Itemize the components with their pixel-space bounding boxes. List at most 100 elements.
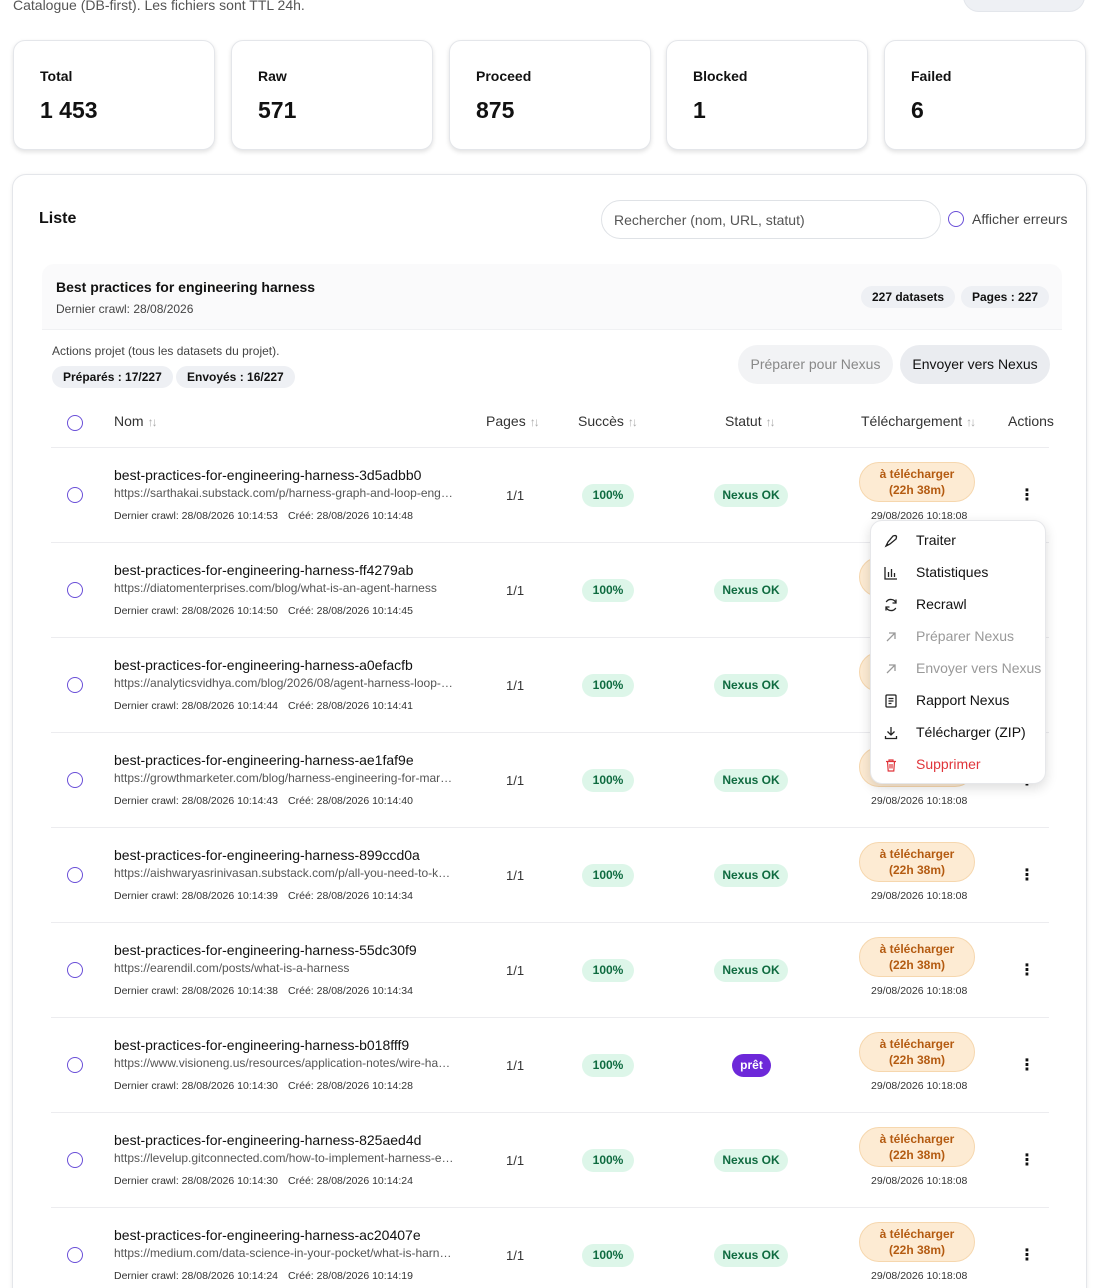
download-badge[interactable]: à télécharger (22h 38m) bbox=[859, 462, 975, 502]
download-label: à télécharger bbox=[879, 847, 955, 861]
row-select-checkbox[interactable] bbox=[67, 487, 83, 503]
created-text: Créé: 28/08/2026 10:14:40 bbox=[288, 795, 413, 807]
more-actions-icon[interactable]: ⋮ bbox=[1019, 864, 1035, 888]
row-select-checkbox[interactable] bbox=[67, 1152, 83, 1168]
row-select-checkbox[interactable] bbox=[67, 1247, 83, 1263]
dataset-name[interactable]: best-practices-for-engineering-harness-f… bbox=[114, 562, 413, 578]
created-text: Créé: 28/08/2026 10:14:24 bbox=[288, 1175, 413, 1187]
more-actions-icon[interactable]: ⋮ bbox=[1019, 1149, 1035, 1173]
download-expiry-date: 29/08/2026 10:18:08 bbox=[871, 795, 968, 807]
dataset-url[interactable]: https://growthmarketer.com/blog/harness-… bbox=[114, 771, 454, 785]
download-badge[interactable]: à télécharger (22h 38m) bbox=[859, 1222, 975, 1262]
dataset-url[interactable]: https://analyticsvidhya.com/blog/2026/08… bbox=[114, 676, 454, 690]
status-badge: Nexus OK bbox=[714, 1149, 788, 1172]
menu-item-label: Télécharger (ZIP) bbox=[916, 724, 1026, 740]
more-actions-icon[interactable]: ⋮ bbox=[1019, 959, 1035, 983]
menu-item-supprimer[interactable]: Supprimer bbox=[871, 749, 1047, 781]
show-errors-toggle[interactable] bbox=[948, 211, 964, 227]
download-ttl: (22h 38m) bbox=[888, 958, 946, 972]
dataset-url[interactable]: https://medium.com/data-science-in-your-… bbox=[114, 1246, 454, 1260]
status-badge: Nexus OK bbox=[714, 484, 788, 507]
menu-item-label: Recrawl bbox=[916, 596, 967, 612]
prepare-nexus-button[interactable]: Préparer pour Nexus bbox=[738, 345, 893, 384]
row-select-checkbox[interactable] bbox=[67, 582, 83, 598]
row-select-checkbox[interactable] bbox=[67, 962, 83, 978]
download-expiry-date: 29/08/2026 10:18:08 bbox=[871, 1080, 968, 1092]
pages-value: 1/1 bbox=[506, 678, 525, 693]
status-badge: prêt bbox=[732, 1054, 771, 1077]
top-right-button[interactable] bbox=[963, 0, 1085, 12]
intro-text: Catalogue (DB-first). Les fichiers sont … bbox=[13, 0, 305, 13]
success-badge: 100% bbox=[582, 674, 634, 697]
download-badge[interactable]: à télécharger (22h 38m) bbox=[859, 842, 975, 882]
column-download-header[interactable]: Téléchargement ↑↓ bbox=[861, 413, 976, 429]
stat-card-raw: Raw 571 bbox=[231, 40, 433, 150]
download-label: à télécharger bbox=[879, 467, 955, 481]
menu-item-label: Préparer Nexus bbox=[916, 628, 1015, 644]
dataset-name[interactable]: best-practices-for-engineering-harness-a… bbox=[114, 1227, 421, 1243]
menu-item-envoyer-nexus[interactable]: Envoyer vers Nexus bbox=[871, 653, 1047, 685]
row-select-checkbox[interactable] bbox=[67, 772, 83, 788]
row-select-checkbox[interactable] bbox=[67, 1057, 83, 1073]
stat-value: 6 bbox=[911, 97, 924, 123]
menu-item-recrawl[interactable]: Recrawl bbox=[871, 589, 1047, 621]
dataset-url[interactable]: https://levelup.gitconnected.com/how-to-… bbox=[114, 1151, 454, 1165]
dataset-name[interactable]: best-practices-for-engineering-harness-a… bbox=[114, 752, 414, 768]
column-name-header[interactable]: Nom ↑↓ bbox=[114, 413, 158, 429]
download-badge[interactable]: à télécharger (22h 38m) bbox=[859, 937, 975, 977]
more-actions-icon[interactable]: ⋮ bbox=[1019, 484, 1035, 508]
header-label: Succès bbox=[578, 413, 624, 429]
last-crawl-text: Dernier crawl: 28/08/2026 10:14:24 bbox=[114, 1270, 279, 1282]
select-all-checkbox[interactable] bbox=[67, 415, 83, 431]
stat-label: Blocked bbox=[693, 68, 748, 84]
dataset-meta: Dernier crawl: 28/08/2026 10:14:38 Créé: … bbox=[114, 985, 413, 997]
sort-icon: ↑↓ bbox=[966, 415, 976, 429]
created-text: Créé: 28/08/2026 10:14:34 bbox=[288, 890, 413, 902]
dataset-name[interactable]: best-practices-for-engineering-harness-a… bbox=[114, 657, 413, 673]
search-input[interactable] bbox=[601, 200, 941, 239]
menu-item-statistiques[interactable]: Statistiques bbox=[871, 557, 1047, 589]
dataset-url[interactable]: https://earendil.com/posts/what-is-a-har… bbox=[114, 961, 454, 975]
last-crawl-text: Dernier crawl: 28/08/2026 10:14:30 bbox=[114, 1175, 279, 1187]
send-nexus-button[interactable]: Envoyer vers Nexus bbox=[900, 345, 1050, 384]
status-badge: Nexus OK bbox=[714, 864, 788, 887]
menu-item-traiter[interactable]: Traiter bbox=[871, 525, 1047, 557]
created-text: Créé: 28/08/2026 10:14:48 bbox=[288, 510, 413, 522]
download-expiry-date: 29/08/2026 10:18:08 bbox=[871, 985, 968, 997]
menu-item-label: Rapport Nexus bbox=[916, 692, 1010, 708]
more-actions-icon[interactable]: ⋮ bbox=[1019, 1054, 1035, 1078]
success-badge: 100% bbox=[582, 864, 634, 887]
dataset-name[interactable]: best-practices-for-engineering-harness-8… bbox=[114, 1132, 421, 1148]
last-crawl-text: Dernier crawl: 28/08/2026 10:14:50 bbox=[114, 605, 279, 617]
menu-item-preparer-nexus[interactable]: Préparer Nexus bbox=[871, 621, 1047, 653]
download-ttl: (22h 38m) bbox=[888, 1148, 946, 1162]
dataset-name[interactable]: best-practices-for-engineering-harness-5… bbox=[114, 942, 417, 958]
column-status-header[interactable]: Statut ↑↓ bbox=[725, 413, 776, 429]
row-select-checkbox[interactable] bbox=[67, 867, 83, 883]
download-badge[interactable]: à télécharger (22h 38m) bbox=[859, 1127, 975, 1167]
dataset-meta: Dernier crawl: 28/08/2026 10:14:50 Créé: … bbox=[114, 605, 413, 617]
pages-count-badge: Pages : 227 bbox=[961, 286, 1050, 308]
dataset-name[interactable]: best-practices-for-engineering-harness-8… bbox=[114, 847, 420, 863]
row-select-checkbox[interactable] bbox=[67, 677, 83, 693]
column-pages-header[interactable]: Pages ↑↓ bbox=[486, 413, 540, 429]
column-actions-header: Actions bbox=[1008, 413, 1054, 429]
datasets-count-badge: 227 datasets bbox=[861, 286, 956, 308]
dataset-url[interactable]: https://diatomenterprises.com/blog/what-… bbox=[114, 581, 454, 595]
created-text: Créé: 28/08/2026 10:14:34 bbox=[288, 985, 413, 997]
dataset-meta: Dernier crawl: 28/08/2026 10:14:30 Créé: … bbox=[114, 1080, 413, 1092]
dataset-url[interactable]: https://sarthakai.substack.com/p/harness… bbox=[114, 486, 454, 500]
download-badge[interactable]: à télécharger (22h 38m) bbox=[859, 1032, 975, 1072]
sort-icon: ↑↓ bbox=[529, 415, 540, 429]
dataset-name[interactable]: best-practices-for-engineering-harness-b… bbox=[114, 1037, 409, 1053]
created-text: Créé: 28/08/2026 10:14:45 bbox=[288, 605, 413, 617]
dataset-name[interactable]: best-practices-for-engineering-harness-3… bbox=[114, 467, 421, 483]
column-success-header[interactable]: Succès ↑↓ bbox=[578, 413, 638, 429]
more-actions-icon[interactable]: ⋮ bbox=[1019, 1244, 1035, 1268]
dataset-url[interactable]: https://www.visioneng.us/resources/appli… bbox=[114, 1056, 454, 1070]
dataset-url[interactable]: https://aishwaryasrinivasan.substack.com… bbox=[114, 866, 454, 880]
success-badge: 100% bbox=[582, 579, 634, 602]
menu-item-rapport-nexus[interactable]: Rapport Nexus bbox=[871, 685, 1047, 717]
menu-item-telecharger-zip[interactable]: Télécharger (ZIP) bbox=[871, 717, 1047, 749]
pages-value: 1/1 bbox=[506, 1248, 525, 1263]
